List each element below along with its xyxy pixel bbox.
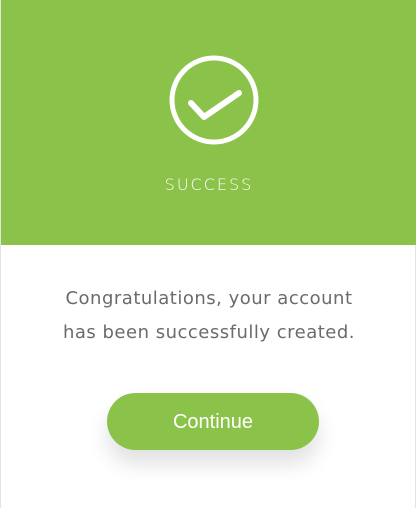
message-line-2: has been successfully created. [62, 322, 356, 343]
check-circle-icon [167, 53, 261, 147]
continue-button[interactable]: Continue [107, 393, 319, 450]
success-title: SUCCESS [164, 175, 254, 194]
success-card: SUCCESS Congratulations, your account ha… [0, 0, 416, 508]
success-header: SUCCESS [1, 0, 416, 245]
success-message: Congratulations, your account has been s… [1, 282, 416, 350]
message-line-1: Congratulations, your account [65, 288, 353, 309]
